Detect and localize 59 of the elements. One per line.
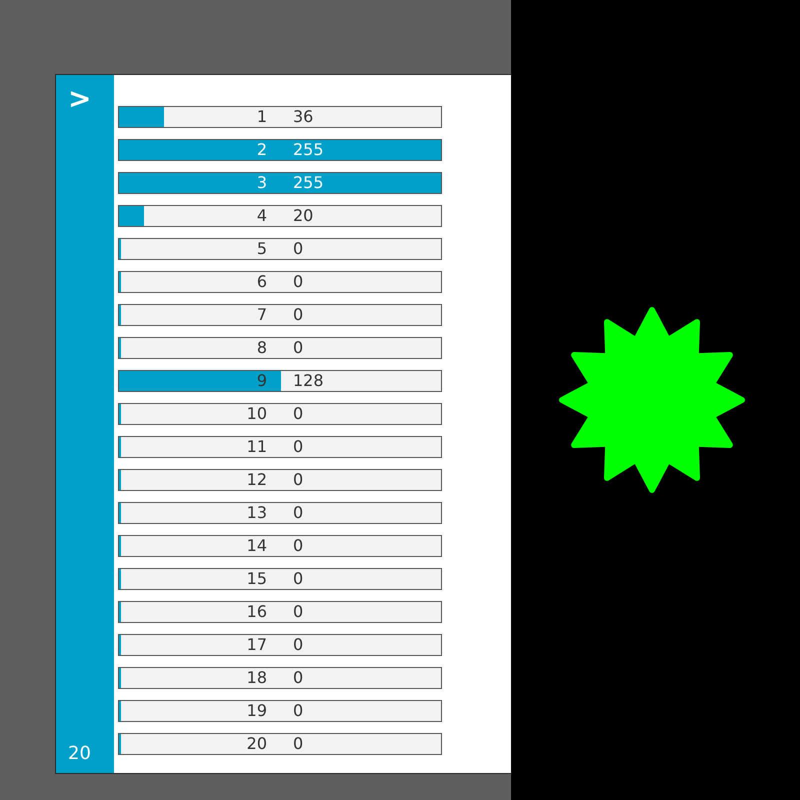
channel-bar[interactable]: 15 0 [118,568,442,590]
channel-value: 0 [293,670,304,686]
channel-bar[interactable]: 19 0 [118,700,442,722]
channel-bar[interactable]: 8 0 [118,337,442,359]
channel-number: 15 [246,571,267,587]
channel-bar[interactable]: 9 128 [118,370,442,392]
channel-count: 20 [68,742,91,766]
channel-value: 0 [293,505,304,521]
channel-bar[interactable]: 10 0 [118,403,442,425]
channel-number: 8 [256,340,267,356]
channel-number: 17 [246,637,267,653]
channel-number: 9 [256,373,267,389]
channel-bar[interactable]: 16 0 [118,601,442,623]
channel-number: 6 [256,274,267,290]
channel-value: 36 [293,109,314,125]
channel-value: 255 [293,142,323,158]
channel-value: 20 [293,208,314,224]
channel-bar[interactable]: 18 0 [118,667,442,689]
channel-number: 3 [256,175,267,191]
channel-bar[interactable]: 7 0 [118,304,442,326]
channel-value: 0 [293,637,304,653]
channel-bar[interactable]: 5 0 [118,238,442,260]
channel-value: 0 [293,274,304,290]
channel-number: 18 [246,670,267,686]
channel-number: 1 [256,109,267,125]
channel-bar[interactable]: 6 0 [118,271,442,293]
channel-number: 19 [246,703,267,719]
channel-value: 0 [293,538,304,554]
channel-bar[interactable]: 1 36 [118,106,442,128]
channel-value: 0 [293,241,304,257]
channel-number: 2 [256,142,267,158]
channel-value: 0 [293,703,304,719]
channel-number: 16 [246,604,267,620]
channel-number: 14 [246,538,267,554]
channel-number: 5 [256,241,267,257]
channel-value: 0 [293,472,304,488]
channel-value: 0 [293,736,304,752]
channel-number: 4 [256,208,267,224]
channel-number: 13 [246,505,267,521]
channel-value: 255 [293,175,323,191]
channel-value: 0 [293,571,304,587]
channel-value: 0 [293,604,304,620]
channel-value: 0 [293,406,304,422]
channel-bar[interactable]: 11 0 [118,436,442,458]
channel-bar[interactable]: 4 20 [118,205,442,227]
channel-value: 0 [293,439,304,455]
channel-number: 12 [246,472,267,488]
channel-value: 0 [293,340,304,356]
channel-bar[interactable]: 13 0 [118,502,442,524]
channel-number: 10 [246,406,267,422]
channel-bar[interactable]: 17 0 [118,634,442,656]
channel-value: 128 [293,373,323,389]
channel-value: 0 [293,307,304,323]
channel-bar[interactable]: 14 0 [118,535,442,557]
channel-number: 20 [246,736,267,752]
channel-number: 11 [246,439,267,455]
channel-bar[interactable]: 12 0 [118,469,442,491]
channel-bar[interactable]: 20 0 [118,733,442,755]
channel-number: 7 [256,307,267,323]
